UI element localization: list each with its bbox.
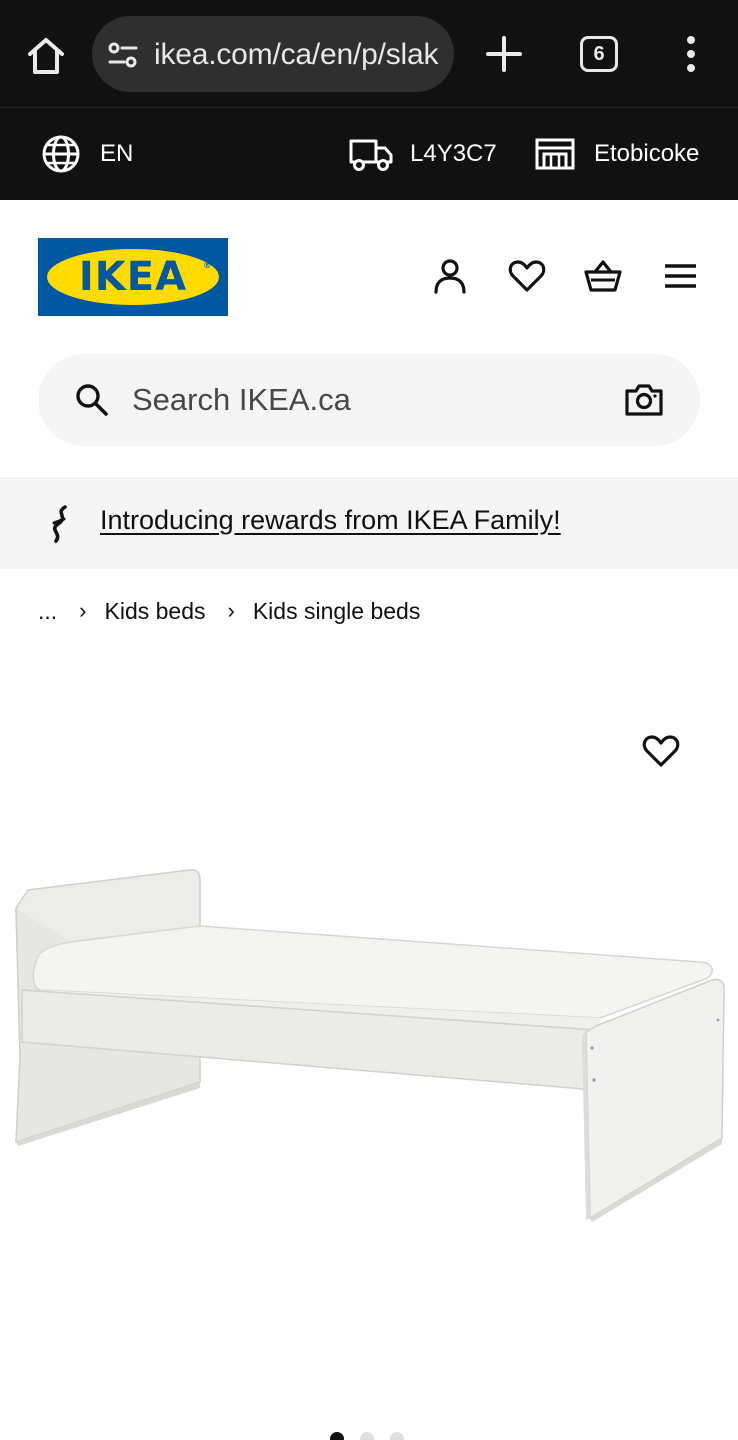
truck-icon bbox=[349, 139, 393, 171]
account-icon[interactable] bbox=[430, 256, 470, 296]
shopping-bag-icon[interactable] bbox=[583, 256, 623, 296]
hamburger-menu-icon[interactable] bbox=[660, 256, 700, 296]
store-icon bbox=[535, 138, 575, 170]
pagination-dot[interactable] bbox=[360, 1432, 374, 1440]
search-icon bbox=[76, 384, 108, 416]
ikea-logo[interactable]: IKEA ® bbox=[38, 238, 228, 316]
pagination-dot-active[interactable] bbox=[330, 1432, 344, 1440]
tab-switcher-button[interactable]: 6 bbox=[580, 36, 618, 72]
site-header: IKEA ® bbox=[0, 200, 738, 340]
utility-bar: EN L4Y3C7 Etobicoke bbox=[0, 108, 738, 200]
postal-code-label: L4Y3C7 bbox=[410, 140, 497, 167]
product-image-bed bbox=[15, 869, 725, 1222]
store-label: Etobicoke bbox=[594, 140, 700, 167]
site-settings-icon[interactable] bbox=[106, 38, 140, 72]
breadcrumb-ellipsis[interactable]: ... bbox=[38, 598, 57, 625]
breadcrumb-kids-beds[interactable]: Kids beds bbox=[105, 598, 206, 625]
url-text[interactable]: ikea.com/ca/en/p/slak bbox=[154, 38, 438, 72]
language-label: EN bbox=[100, 140, 134, 167]
browser-toolbar: ikea.com/ca/en/p/slak 6 bbox=[0, 0, 738, 108]
store-selector[interactable]: Etobicoke bbox=[534, 108, 699, 200]
home-icon[interactable] bbox=[22, 32, 70, 80]
delivery-postal-code[interactable]: L4Y3C7 bbox=[348, 108, 497, 200]
product-image-gallery[interactable] bbox=[0, 660, 738, 1440]
language-selector[interactable]: EN bbox=[40, 108, 133, 200]
chevron-right-icon: › bbox=[227, 598, 235, 623]
search-input[interactable]: Search IKEA.ca bbox=[132, 382, 351, 418]
image-pagination[interactable] bbox=[330, 1432, 420, 1440]
ikea-family-icon bbox=[52, 505, 67, 543]
promo-link[interactable]: Introducing rewards from IKEA Family! bbox=[100, 505, 561, 536]
address-bar[interactable]: ikea.com/ca/en/p/slak bbox=[92, 16, 454, 92]
promo-banner: Introducing rewards from IKEA Family! bbox=[0, 477, 738, 569]
globe-icon bbox=[42, 135, 80, 173]
heart-icon[interactable] bbox=[507, 256, 547, 296]
more-vert-icon[interactable] bbox=[676, 32, 706, 76]
logo-registered-mark: ® bbox=[204, 260, 211, 270]
logo-wordmark: IKEA bbox=[78, 254, 188, 300]
breadcrumb: ... › Kids beds › Kids single beds bbox=[38, 594, 420, 628]
search-bar[interactable]: Search IKEA.ca bbox=[38, 354, 700, 446]
chevron-right-icon: › bbox=[79, 598, 87, 623]
breadcrumb-kids-single-beds[interactable]: Kids single beds bbox=[253, 598, 421, 625]
camera-search-icon[interactable] bbox=[624, 382, 664, 418]
new-tab-plus-icon[interactable] bbox=[482, 30, 526, 78]
pagination-dot[interactable] bbox=[390, 1432, 404, 1440]
heart-icon[interactable] bbox=[641, 733, 681, 769]
